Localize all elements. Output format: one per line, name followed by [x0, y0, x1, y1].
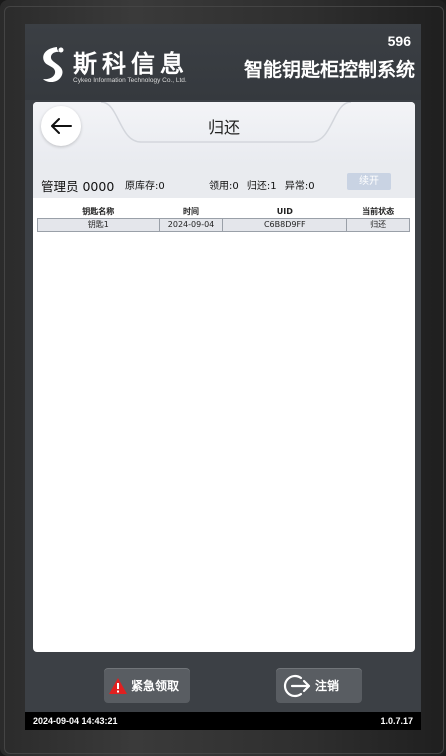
table-row[interactable]: 钥匙1 2024-09-04 C6B8D9FF 归还: [37, 217, 410, 232]
column-header-time: 时间: [183, 207, 200, 217]
screen: 斯科信息 Cykeo Information Technology Co., L…: [25, 24, 421, 730]
system-title: 智能钥匙柜控制系统: [243, 59, 415, 81]
table-header-row: 钥匙名称 时间 UID 当前状态: [38, 206, 410, 218]
current-datetime: 2024-09-04 14:43:21: [33, 716, 118, 726]
abnormal-count: 异常:0: [284, 181, 315, 192]
emergency-take-button[interactable]: 紧急领取: [104, 668, 190, 703]
admin-label: 管理员 0000: [41, 179, 115, 194]
cell-status: 归还: [346, 217, 410, 232]
returned-count: 归还:1: [246, 181, 277, 192]
logout-icon: [283, 674, 311, 697]
column-header-uid: UID: [276, 207, 293, 217]
app-version: 1.0.7.17: [380, 716, 413, 726]
main-panel: 归还 管理员 0000 原库存:0 领用:0 归还:1 异常:0 续开 钥匙名称…: [33, 102, 415, 652]
brand-name: 斯科信息: [73, 50, 189, 78]
cell-key-name: 钥匙1: [37, 217, 160, 232]
records-table: 钥匙名称 时间 UID 当前状态 钥匙1 2024-09-04 C6B8D9FF…: [37, 206, 410, 232]
logout-button[interactable]: 注销: [276, 668, 362, 703]
logout-label: 注销: [315, 679, 340, 693]
status-bar: 2024-09-04 14:43:21 1.0.7.17: [25, 712, 421, 730]
panel-top-bar: 归还: [33, 102, 415, 162]
cabinet-number: 596: [387, 33, 411, 49]
brand-subtitle: Cykeo Information Technology Co., Ltd.: [73, 77, 187, 84]
device-frame: 斯科信息 Cykeo Information Technology Co., L…: [0, 0, 446, 756]
brand-logo-icon: [43, 47, 64, 83]
stats-group: 领用:0 归还:1 异常:0: [209, 177, 320, 192]
borrowed-count: 领用:0: [209, 181, 239, 192]
continue-open-button[interactable]: 续开: [347, 173, 391, 190]
page-title: 归还: [207, 118, 240, 137]
column-header-status: 当前状态: [362, 207, 395, 217]
info-bar: 管理员 0000 原库存:0 领用:0 归还:1 异常:0 续开: [33, 162, 415, 198]
emergency-take-label: 紧急领取: [131, 679, 180, 693]
column-header-key-name: 钥匙名称: [82, 207, 115, 217]
app-header: 斯科信息 Cykeo Information Technology Co., L…: [25, 24, 421, 100]
warning-icon: [109, 677, 127, 694]
cell-uid: C6B8D9FF: [222, 217, 348, 232]
stock-count: 原库存:0: [125, 181, 165, 192]
cell-time: 2024-09-04: [158, 217, 224, 232]
